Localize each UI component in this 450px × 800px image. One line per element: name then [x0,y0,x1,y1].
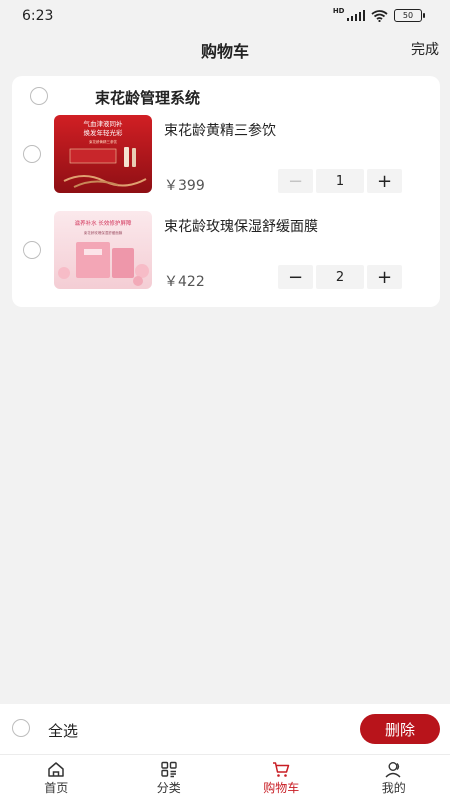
nav-bar: 购物车 完成 [0,34,450,64]
bottom-action-bar: 全选 删除 [0,704,450,754]
network-type-label: HD [332,6,345,15]
thumb-text: 焕发年轻光彩 [84,128,124,137]
page-title: 购物车 [200,42,249,61]
tab-label: 首页 [44,781,69,795]
tab-bar: 首页 分类 购物车 我的 [0,754,450,800]
tab-home[interactable]: 首页 [0,755,113,800]
tab-label: 购物车 [263,781,300,795]
product-thumbnail[interactable]: 气血津液同补 焕发年轻光彩 束花龄黄精三参饮 [54,115,152,193]
quantity-stepper: − 2 + [278,265,402,289]
quantity-value[interactable]: 1 [316,169,364,193]
tab-label: 我的 [381,781,406,795]
quantity-stepper: − 1 + [278,169,402,193]
cart-store-card: 束花龄管理系统 气血津液同补 焕发年轻光彩 束花龄黄精三参饮 束花龄黄精三参饮 … [12,76,440,307]
tab-mine[interactable]: 我的 [338,755,450,800]
status-bar: 6:23 HD 50 [0,0,450,34]
status-time: 6:23 [22,8,54,24]
thumb-text: 束花龄黄精三参饮 [89,139,117,144]
thumb-text: 束花龄玫瑰保湿舒缓面膜 [84,230,123,235]
cart-icon [273,762,290,777]
decrease-quantity-button[interactable]: − [278,169,313,193]
store-name: 束花龄管理系统 [95,89,201,107]
signal-icon [346,10,365,21]
product-price: ￥399 [164,178,205,194]
category-icon [161,761,177,778]
delete-button[interactable]: 删除 [360,714,440,744]
select-all-radio[interactable] [12,719,30,737]
quantity-value[interactable]: 2 [316,265,364,289]
user-icon [385,762,401,778]
thumb-text: 滋养补水 长效修护屏障 [75,219,132,227]
item-select-radio[interactable] [23,241,41,259]
select-all-label[interactable]: 全选 [48,720,78,741]
increase-quantity-button[interactable]: + [367,265,402,289]
status-icons: HD 50 [332,6,425,22]
tab-category[interactable]: 分类 [113,755,226,800]
product-price: ￥422 [164,274,205,290]
increase-quantity-button[interactable]: + [367,169,402,193]
decrease-quantity-button[interactable]: − [278,265,313,289]
home-icon [48,762,64,777]
product-name[interactable]: 束花龄黄精三参饮 [164,120,276,140]
battery-level: 50 [402,11,414,20]
battery-icon: 50 [394,9,425,22]
product-thumbnail[interactable]: 滋养补水 长效修护屏障 束花龄玫瑰保湿舒缓面膜 [54,211,152,289]
thumb-text: 气血津液同补 [84,119,124,128]
tab-cart[interactable]: 购物车 [225,755,338,800]
item-select-radio[interactable] [23,145,41,163]
tab-label: 分类 [156,781,181,795]
wifi-icon [371,9,388,22]
done-button[interactable]: 完成 [411,39,439,59]
store-select-radio[interactable] [30,87,48,105]
product-name[interactable]: 束花龄玫瑰保湿舒缓面膜 [164,216,318,236]
